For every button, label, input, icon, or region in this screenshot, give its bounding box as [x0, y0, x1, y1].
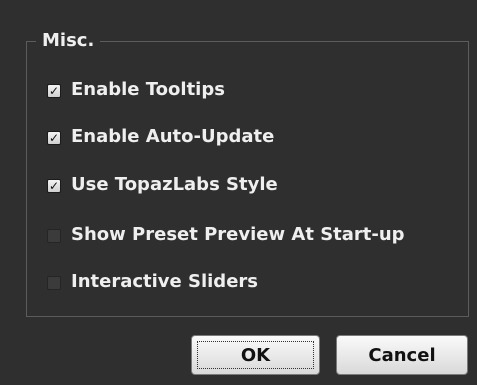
checkmark-icon: ✓: [48, 84, 60, 98]
enable-tooltips-checkbox[interactable]: ✓: [47, 84, 61, 98]
show-preset-preview-label: Show Preset Preview At Start-up: [71, 224, 405, 245]
interactive-sliders-option[interactable]: Interactive Sliders: [47, 267, 258, 297]
use-topazlabs-style-option[interactable]: ✓ Use TopazLabs Style: [47, 170, 278, 200]
enable-tooltips-label: Enable Tooltips: [71, 79, 225, 100]
misc-dialog: Misc. ✓ Enable Tooltips ✓ Enable Auto-Up…: [0, 0, 477, 385]
misc-group-title: Misc.: [36, 28, 101, 54]
ok-button-label: OK: [240, 344, 271, 366]
interactive-sliders-label: Interactive Sliders: [71, 271, 258, 292]
cancel-button[interactable]: Cancel: [336, 335, 468, 375]
cancel-button-label: Cancel: [368, 344, 436, 366]
enable-tooltips-option[interactable]: ✓ Enable Tooltips: [47, 75, 225, 105]
checkmark-icon: ✓: [48, 131, 60, 145]
use-topazlabs-style-checkbox[interactable]: ✓: [47, 179, 61, 193]
ok-button[interactable]: OK: [191, 335, 320, 375]
show-preset-preview-option[interactable]: Show Preset Preview At Start-up: [47, 220, 405, 250]
checkmark-icon: ✓: [48, 179, 60, 193]
enable-auto-update-label: Enable Auto-Update: [71, 126, 275, 147]
enable-auto-update-checkbox[interactable]: ✓: [47, 131, 61, 145]
show-preset-preview-checkbox[interactable]: [47, 229, 61, 243]
use-topazlabs-style-label: Use TopazLabs Style: [71, 174, 278, 195]
interactive-sliders-checkbox[interactable]: [47, 276, 61, 290]
enable-auto-update-option[interactable]: ✓ Enable Auto-Update: [47, 122, 274, 152]
